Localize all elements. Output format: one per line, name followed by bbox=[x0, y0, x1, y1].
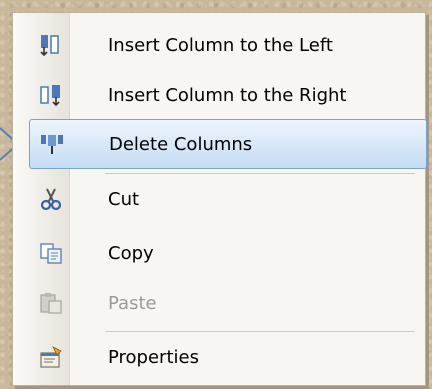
insert-column-left-icon bbox=[40, 35, 59, 57]
menu-item-insert-column-right[interactable]: Insert Column to the Right bbox=[13, 71, 425, 119]
menu-item-delete-columns[interactable]: Delete Columns bbox=[29, 119, 427, 169]
menu-item-label: Paste bbox=[108, 292, 157, 314]
menu-item-copy[interactable]: Copy bbox=[13, 229, 425, 277]
menu-item-label: Insert Column to the Left bbox=[108, 34, 333, 56]
menu-separator bbox=[105, 173, 415, 174]
delete-columns-icon bbox=[41, 135, 63, 154]
menu-separator bbox=[105, 331, 415, 332]
context-menu: Insert Column to the Left Insert Column … bbox=[12, 12, 427, 386]
menu-item-label: Properties bbox=[108, 346, 199, 368]
menu-item-label: Copy bbox=[108, 242, 154, 264]
scissors-icon bbox=[40, 188, 62, 211]
properties-icon bbox=[40, 346, 62, 368]
paste-icon bbox=[40, 293, 62, 314]
menu-item-label: Insert Column to the Right bbox=[108, 84, 347, 106]
menu-item-insert-column-left[interactable]: Insert Column to the Left bbox=[13, 21, 425, 69]
insert-column-right-icon bbox=[40, 85, 60, 107]
menu-item-label: Delete Columns bbox=[109, 133, 253, 155]
menu-item-cut[interactable]: Cut bbox=[13, 175, 425, 223]
copy-icon bbox=[40, 243, 62, 264]
menu-item-label: Cut bbox=[108, 188, 140, 210]
menu-item-paste[interactable]: Paste bbox=[13, 279, 425, 327]
menu-item-properties[interactable]: Properties bbox=[13, 333, 425, 381]
